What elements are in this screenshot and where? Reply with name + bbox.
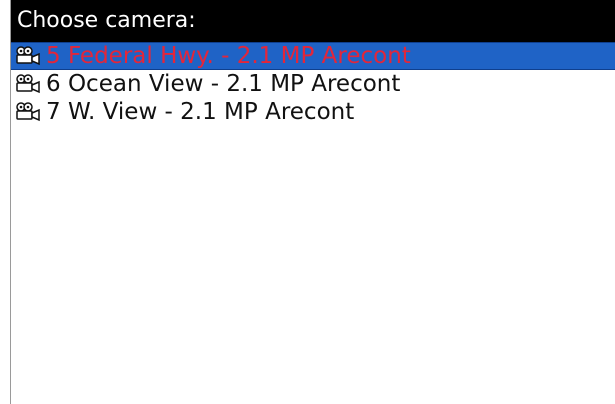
camera-label: 7 W. View - 2.1 MP Arecont bbox=[46, 99, 355, 125]
camera-label: 5 Federal Hwy. - 2.1 MP Arecont bbox=[46, 43, 411, 69]
camera-list: 5 Federal Hwy. - 2.1 MP Arecont 6 Ocean … bbox=[11, 42, 615, 126]
camera-list-item-7[interactable]: 7 W. View - 2.1 MP Arecont bbox=[11, 98, 615, 126]
camera-chooser-screen: Choose camera: 5 Federal Hwy. - 2.1 MP A… bbox=[10, 0, 615, 404]
video-camera-icon bbox=[14, 101, 42, 123]
camera-list-item-5[interactable]: 5 Federal Hwy. - 2.1 MP Arecont bbox=[11, 42, 615, 70]
camera-list-item-6[interactable]: 6 Ocean View - 2.1 MP Arecont bbox=[11, 70, 615, 98]
title-bar: Choose camera: bbox=[11, 0, 615, 42]
camera-label: 6 Ocean View - 2.1 MP Arecont bbox=[46, 71, 401, 97]
video-camera-icon bbox=[14, 45, 42, 67]
screen-title: Choose camera: bbox=[17, 8, 196, 33]
video-camera-icon bbox=[14, 73, 42, 95]
